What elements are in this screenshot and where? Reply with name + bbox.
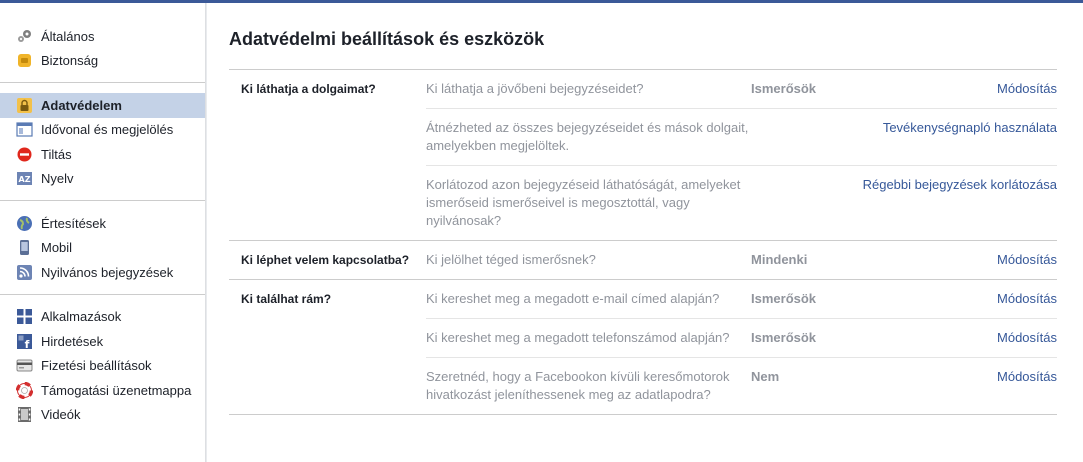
- section-heading: Ki láthatja a dolgaimat?: [241, 82, 376, 96]
- setting-row: Ki kereshet meg a megadott telefonszámod…: [426, 318, 1057, 357]
- setting-row: Korlátozod azon bejegyzéseid láthatóságá…: [426, 165, 1057, 240]
- ads-icon: f: [16, 333, 33, 350]
- setting-value: Mindenki: [751, 252, 808, 267]
- sidebar-item-apps[interactable]: Alkalmazások: [0, 305, 205, 330]
- setting-value: Ismerősök: [751, 330, 817, 345]
- sidebar-divider: [0, 293, 205, 295]
- setting-row: Ki jelölhet téged ismerősnek? Mindenki M…: [426, 241, 1057, 279]
- setting-question: Korlátozod azon bejegyzéseid láthatóságá…: [426, 177, 741, 228]
- settings-sidebar: Általános Biztonság Adatvédelem Idővonal…: [0, 3, 206, 462]
- sidebar-item-notifications[interactable]: Értesítések: [0, 211, 205, 236]
- sidebar-group-notifications: Értesítések Mobil Nyilvános bejegyzések: [0, 211, 205, 285]
- setting-value: Nem: [751, 369, 780, 384]
- rss-icon: [16, 264, 33, 281]
- setting-question: Ki kereshet meg a megadott e-mail címed …: [426, 291, 720, 306]
- section-heading: Ki találhat rám?: [241, 292, 332, 306]
- setting-row: Ki láthatja a jövőbeni bejegyzéseidet? I…: [426, 70, 1057, 108]
- setting-value: [751, 119, 861, 155]
- setting-value: Ismerősök: [751, 291, 817, 306]
- sidebar-item-label: Fizetési beállítások: [41, 358, 152, 374]
- sidebar-item-support-inbox[interactable]: Támogatási üzenetmappa: [0, 378, 205, 403]
- page-title: Adatvédelmi beállítások és eszközök: [229, 29, 545, 49]
- sidebar-item-label: Értesítések: [41, 215, 107, 231]
- mobile-icon: [16, 239, 33, 256]
- lock-icon: [16, 97, 33, 114]
- section-heading: Ki léphet velem kapcsolatba?: [241, 253, 410, 267]
- sidebar-item-label: Biztonság: [41, 53, 99, 69]
- setting-row: Szeretnéd, hogy a Facebookon kívüli kere…: [426, 357, 1057, 414]
- setting-question: Ki kereshet meg a megadott telefonszámod…: [426, 330, 730, 345]
- timeline-icon: [16, 121, 33, 138]
- limit-past-posts-link[interactable]: Régebbi bejegyzések korlátozása: [861, 176, 1057, 230]
- language-icon: AZ: [16, 170, 33, 187]
- setting-question: Ki jelölhet téged ismerősnek?: [426, 252, 596, 267]
- lifebuoy-icon: [16, 381, 33, 399]
- sidebar-item-language[interactable]: AZ Nyelv: [0, 167, 205, 192]
- sidebar-divider: [0, 200, 205, 201]
- setting-row: Ki kereshet meg a megadott e-mail címed …: [426, 280, 1057, 318]
- sidebar-item-label: Mobil: [41, 240, 73, 256]
- sidebar-item-privacy[interactable]: Adatvédelem: [0, 93, 205, 118]
- sidebar-item-payments[interactable]: Fizetési beállítások: [0, 354, 205, 379]
- setting-question: Átnézheted az összes bejegyzéseidet és m…: [426, 120, 749, 153]
- sidebar-item-security[interactable]: Biztonság: [0, 49, 205, 74]
- setting-question: Szeretnéd, hogy a Facebookon kívüli kere…: [426, 369, 730, 402]
- edit-link[interactable]: Módosítás: [861, 80, 1057, 98]
- sidebar-item-label: Videók: [41, 407, 81, 423]
- sidebar-item-public-posts[interactable]: Nyilvános bejegyzések: [0, 260, 205, 285]
- apps-icon: [16, 308, 33, 325]
- sidebar-item-timeline[interactable]: Idővonal és megjelölés: [0, 118, 205, 143]
- section-who-can-see: Ki láthatja a dolgaimat? Ki láthatja a j…: [229, 70, 1057, 241]
- sidebar-group-privacy: Adatvédelem Idővonal és megjelölés Tiltá…: [0, 93, 205, 191]
- sidebar-item-label: Idővonal és megjelölés: [41, 122, 174, 138]
- sidebar-item-videos[interactable]: Videók: [0, 403, 205, 428]
- block-icon: [16, 146, 33, 163]
- sidebar-item-label: Általános: [41, 28, 95, 44]
- setting-question: Ki láthatja a jövőbeni bejegyzéseidet?: [426, 81, 644, 96]
- sidebar-item-label: Támogatási üzenetmappa: [41, 382, 192, 398]
- setting-value: [751, 176, 861, 230]
- sidebar-group-apps: Alkalmazások f Hirdetések Fizetési beáll…: [0, 305, 205, 428]
- sidebar-item-ads[interactable]: f Hirdetések: [0, 329, 205, 354]
- setting-row: Átnézheted az összes bejegyzéseidet és m…: [426, 108, 1057, 165]
- film-icon: [16, 406, 33, 423]
- sidebar-item-blocking[interactable]: Tiltás: [0, 142, 205, 167]
- sidebar-item-label: Nyilvános bejegyzések: [41, 264, 174, 280]
- section-who-can-find: Ki találhat rám? Ki kereshet meg a megad…: [229, 280, 1057, 415]
- sidebar-divider: [0, 82, 205, 83]
- edit-link[interactable]: Módosítás: [861, 290, 1057, 308]
- sidebar-item-general[interactable]: Általános: [0, 24, 205, 49]
- svg-text:f: f: [25, 338, 30, 350]
- gears-icon: [16, 28, 33, 45]
- edit-link[interactable]: Módosítás: [861, 368, 1057, 404]
- sidebar-item-label: Tiltás: [41, 146, 72, 162]
- settings-main: Adatvédelmi beállítások és eszközök Ki l…: [207, 3, 1083, 462]
- sidebar-group-account: Általános Biztonság: [0, 3, 205, 73]
- edit-link[interactable]: Módosítás: [861, 329, 1057, 347]
- sidebar-item-mobile[interactable]: Mobil: [0, 236, 205, 261]
- sidebar-item-label: Nyelv: [41, 171, 74, 187]
- setting-value: Ismerősök: [751, 81, 817, 96]
- activity-log-link[interactable]: Tevékenységnapló használata: [861, 119, 1057, 155]
- sidebar-item-label: Adatvédelem: [41, 97, 122, 113]
- sidebar-item-label: Hirdetések: [41, 333, 104, 349]
- card-icon: [16, 357, 33, 374]
- section-who-can-contact: Ki léphet velem kapcsolatba? Ki jelölhet…: [229, 241, 1057, 280]
- edit-link[interactable]: Módosítás: [861, 251, 1057, 269]
- globe-icon: [16, 215, 33, 232]
- privacy-settings-table: Ki láthatja a dolgaimat? Ki láthatja a j…: [229, 69, 1057, 415]
- badge-icon: [16, 52, 33, 69]
- sidebar-item-label: Alkalmazások: [41, 309, 122, 325]
- svg-text:AZ: AZ: [19, 175, 31, 184]
